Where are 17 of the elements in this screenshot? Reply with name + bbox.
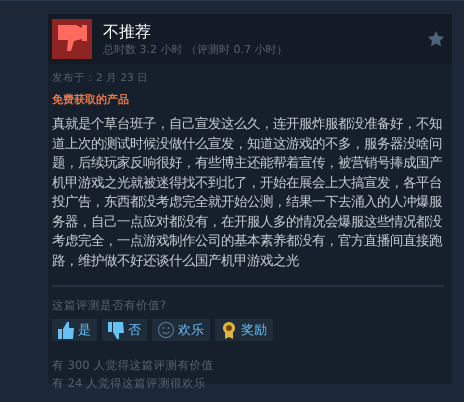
feedback-button[interactable]: 是 [52,319,97,341]
medal-icon [220,321,238,339]
thumbs-up-icon [57,321,75,339]
review-verdict: 不推荐 [103,22,152,42]
feedback-button[interactable]: 欢乐 [152,319,210,341]
feedback-button[interactable]: 否 [102,319,147,341]
feedback-button[interactable]: 奖励 [215,319,273,341]
award-star-icon [428,31,444,47]
product-note: 免费获取的产品 [52,92,130,108]
thumbs-down-icon [107,321,125,339]
vote-count: 有 24 人觉得这篇评测很欢乐 [52,375,207,392]
smile-icon [157,321,175,339]
review-text: 真就是个草台班子，自己宣发这么久，连开服炸服都没准备好，不知道上次的测试时候没做什么宣发，知道这游戏的不多，服务器没啥问题，后续玩家反响很好，有些博主还能帮着宣传，被营销号捧成国产机甲游戏之光就被迷得找不到北了，开始在展会上大搞宣发，各平台投广告，东西都没考虑完全就开始公测，结果一下去涌入的人冲爆服务器，自己一点应对都没有，在开服人多的情况会爆服这些情况都没考虑完全，一点游戏制作公司的基本素养都没有，官方直播间直接跑路，维护做不好还谈什么国产机甲游戏之光 [52,116,444,270]
playtime-text: 总时数 3.2 小时 （评测时 0.7 小时） [103,42,288,56]
vote-count: 有 300 人觉得这篇评测有价值 [52,357,214,374]
posted-date: 发布于：2 月 23 日 [52,71,150,86]
helpful-question: 这篇评测是否有价值? [52,297,168,313]
